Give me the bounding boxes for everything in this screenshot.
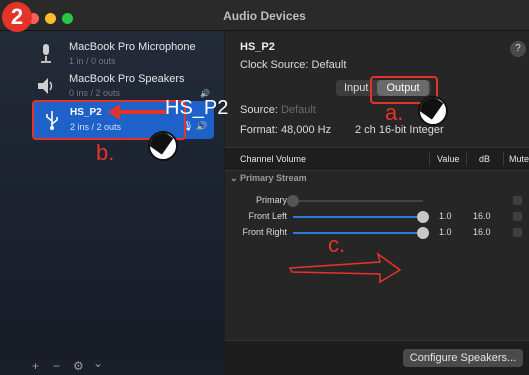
annotation-arrow-b-head [108,104,120,120]
annotation-a-label: a. [385,100,404,125]
cursor-icon [148,131,178,161]
audio-devices-window: Audio Devices MacBook Pro Microphone 1 i… [0,0,529,375]
annotation-overlay [108,104,402,284]
annotation-b-label: b. [96,140,115,165]
annotation-hs-label: HS_P2 [165,97,229,119]
cursor-icon [418,96,448,126]
step-number-badge: 2 [2,2,32,32]
annotation-c-label: c. [328,232,346,257]
annotation-arrow-c [288,252,402,284]
